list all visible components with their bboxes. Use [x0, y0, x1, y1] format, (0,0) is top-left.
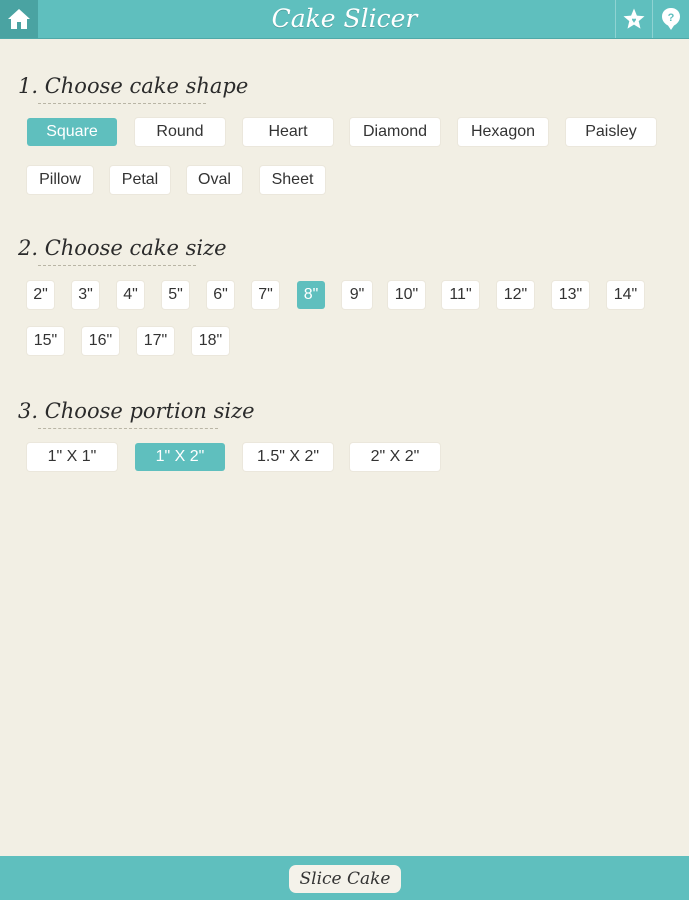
portion-option[interactable]: 1.5" X 2": [243, 443, 333, 471]
portion-option[interactable]: 2" X 2": [350, 443, 440, 471]
shape-option[interactable]: Round: [135, 118, 225, 146]
size-option[interactable]: 8": [297, 281, 325, 309]
help-button[interactable]: ?: [652, 0, 689, 38]
size-option[interactable]: 18": [192, 327, 229, 355]
shape-option[interactable]: Pillow: [27, 166, 93, 194]
slice-cake-button[interactable]: Slice Cake: [289, 865, 401, 893]
svg-text:?: ?: [668, 12, 675, 24]
shape-section-title: 1. Choose cake shape: [18, 74, 249, 104]
star-icon: ♥: [623, 8, 645, 29]
size-option[interactable]: 11": [442, 281, 479, 309]
shape-option[interactable]: Heart: [243, 118, 333, 146]
size-option[interactable]: 7": [252, 281, 279, 309]
shape-section-label: 1. Choose cake shape: [18, 74, 249, 98]
size-option[interactable]: 2": [27, 281, 54, 309]
size-option[interactable]: 5": [162, 281, 189, 309]
size-option[interactable]: 6": [207, 281, 234, 309]
shape-option[interactable]: Sheet: [260, 166, 325, 194]
size-option[interactable]: 12": [497, 281, 534, 309]
size-section-label: 2. Choose cake size: [18, 236, 227, 260]
section-underline: [38, 428, 218, 429]
shape-option[interactable]: Diamond: [350, 118, 440, 146]
shape-option[interactable]: Petal: [110, 166, 170, 194]
section-underline: [38, 265, 196, 266]
size-option[interactable]: 9": [342, 281, 372, 309]
size-section-title: 2. Choose cake size: [18, 236, 227, 266]
portion-section-title: 3. Choose portion size: [18, 399, 255, 429]
shape-option[interactable]: Hexagon: [458, 118, 548, 146]
size-option[interactable]: 13": [552, 281, 589, 309]
portion-option[interactable]: 1" X 2": [135, 443, 225, 471]
portion-section-label: 3. Choose portion size: [18, 399, 255, 423]
size-option[interactable]: 3": [72, 281, 99, 309]
size-option[interactable]: 15": [27, 327, 64, 355]
portion-option[interactable]: 1" X 1": [27, 443, 117, 471]
shape-option[interactable]: Oval: [187, 166, 242, 194]
favorites-button[interactable]: ♥: [615, 0, 652, 38]
shape-option[interactable]: Paisley: [566, 118, 656, 146]
size-option[interactable]: 10": [388, 281, 425, 309]
svg-text:♥: ♥: [632, 16, 637, 25]
size-option[interactable]: 4": [117, 281, 144, 309]
size-option[interactable]: 14": [607, 281, 644, 309]
top-bar: Cake Slicer ♥ ?: [0, 0, 689, 38]
size-option[interactable]: 16": [82, 327, 119, 355]
section-underline: [38, 103, 206, 104]
size-option[interactable]: 17": [137, 327, 174, 355]
help-icon: ?: [662, 8, 680, 30]
shape-option[interactable]: Square: [27, 118, 117, 146]
app-title: Cake Slicer: [271, 4, 418, 33]
